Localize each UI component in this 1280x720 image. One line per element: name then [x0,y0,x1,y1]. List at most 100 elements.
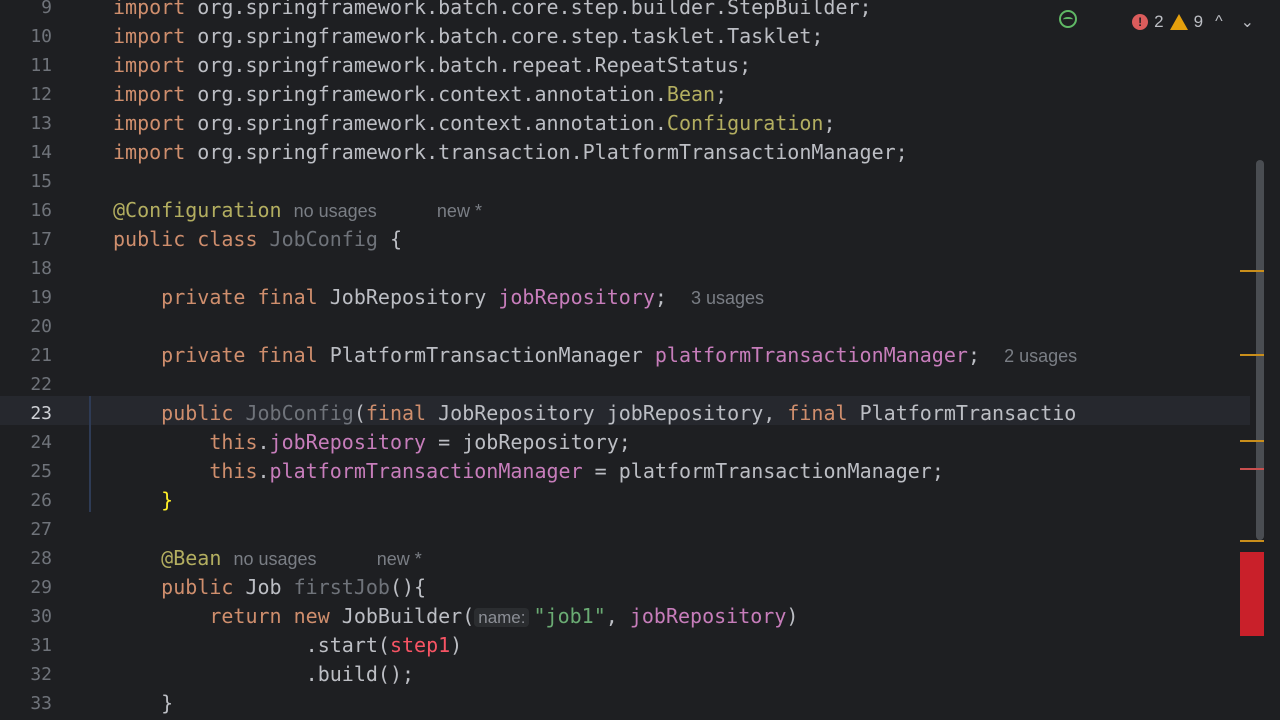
inlay-hint: no usages [293,201,377,221]
code-token: org.springframework.context.annotation. [197,111,667,135]
line-number[interactable]: 11 [0,51,52,80]
code-line[interactable]: public JobConfig(final JobRepository job… [113,399,1076,428]
code-token: PlatformTransactionManager [329,343,655,367]
warning-marker[interactable] [1240,540,1264,542]
code-token: platformTransactionManager [654,343,968,367]
code-editor[interactable]: 9 10 11 12 13 14 15 16 17 18 19 20 21 22 23 24 25 26 27 28 2… [0,0,1280,720]
line-number[interactable]: 31 [0,631,52,660]
code-token: "job1" [533,604,606,628]
line-number[interactable]: 26 [0,486,52,515]
warning-marker[interactable] [1240,354,1264,356]
warning-marker[interactable] [1240,440,1264,442]
inlay-hint: 2 usages [1004,346,1078,366]
code-line[interactable]: .build(); [113,660,414,689]
line-number[interactable]: 27 [0,515,52,544]
code-token: ; [967,343,1005,367]
code-token: { [377,227,403,251]
code-token: jobRepository [498,285,655,309]
line-number[interactable]: 29 [0,573,52,602]
code-token: jobRepository [269,430,427,454]
code-token: (){ [389,575,427,599]
line-number[interactable]: 9 [0,0,52,22]
code-token: ; [654,285,691,309]
code-token: import [113,82,198,106]
code-token: this [209,430,258,454]
code-line[interactable]: this.jobRepository = jobRepository; [113,428,630,457]
code-token: @Configuration [113,198,282,222]
code-line[interactable]: } [113,486,173,515]
line-number[interactable]: 10 [0,22,52,51]
code-line[interactable]: import org.springframework.batch.core.st… [113,22,823,51]
line-number[interactable]: 25 [0,457,52,486]
line-number[interactable]: 13 [0,109,52,138]
code-token: } [161,488,174,512]
error-stripe-block[interactable] [1240,552,1264,636]
line-number[interactable]: 19 [0,283,52,312]
code-token: JobRepository [329,285,499,309]
line-number[interactable]: 17 [0,225,52,254]
code-line[interactable]: import org.springframework.batch.core.st… [113,0,872,22]
code-token: firstJob [293,575,390,599]
next-highlight-icon[interactable]: ⌄ [1235,12,1260,32]
line-number[interactable]: 30 [0,602,52,631]
code-token: org.springframework.batch.core.step.task… [197,24,824,48]
scrollbar-thumb[interactable] [1256,160,1264,540]
code-token: jobRepository [629,604,787,628]
code-token: import [113,53,198,77]
code-line[interactable]: import org.springframework.batch.repeat.… [113,51,751,80]
code-line[interactable]: import org.springframework.context.annot… [113,109,836,138]
code-line[interactable]: import org.springframework.transaction.P… [113,138,908,167]
inspection-widget[interactable]: ! 2 9 ^ ⌄ [1132,8,1260,36]
code-line[interactable]: } [113,689,173,718]
previous-highlight-icon[interactable]: ^ [1209,13,1229,31]
code-token: .start( [305,633,390,657]
code-line[interactable]: @Configuration no usages new * [113,196,482,225]
line-number[interactable]: 20 [0,312,52,341]
code-token: this [209,459,258,483]
code-token: public class [113,227,270,251]
error-marker[interactable] [1240,468,1264,470]
line-number[interactable]: 21 [0,341,52,370]
code-line[interactable]: @Bean no usages new * [113,544,422,573]
inlay-hint: 3 usages [691,288,765,308]
line-number[interactable]: 15 [0,167,52,196]
code-line[interactable]: this.platformTransactionManager = platfo… [113,457,944,486]
line-number[interactable]: 28 [0,544,52,573]
line-number[interactable]: 18 [0,254,52,283]
code-token: Job [245,575,294,599]
code-line[interactable]: import org.springframework.context.annot… [113,80,727,109]
line-number[interactable]: 32 [0,660,52,689]
code-line[interactable]: public Job firstJob(){ [113,573,426,602]
line-number[interactable]: 16 [0,196,52,225]
line-number[interactable]: 23 [0,399,52,428]
code-token: ; [823,111,836,135]
code-token: Bean [666,82,716,106]
code-line[interactable]: public class JobConfig { [113,225,402,254]
line-number[interactable]: 33 [0,689,52,718]
line-number[interactable]: 24 [0,428,52,457]
code-line[interactable]: return new JobBuilder(name: "job1", jobRe… [113,602,798,631]
code-token: @Bean [161,546,222,570]
code-token: JobConfig [269,227,378,251]
code-token: step1 [389,633,451,657]
line-number[interactable]: 14 [0,138,52,167]
line-number[interactable]: 12 [0,80,52,109]
inlay-hint: new * [436,201,482,221]
warning-marker[interactable] [1240,270,1264,272]
code-line[interactable]: .start(step1) [113,631,463,660]
code-line[interactable]: private final PlatformTransactionManager… [113,341,1077,370]
warning-count: 9 [1193,12,1204,31]
code-token: ) [786,604,799,628]
code-token: = platformTransactionManager; [582,459,944,483]
line-number[interactable]: 22 [0,370,52,399]
code-line[interactable]: private final JobRepository jobRepositor… [113,283,764,312]
vcs-change-marker[interactable] [89,396,91,512]
ai-assistant-icon[interactable] [1059,10,1077,28]
